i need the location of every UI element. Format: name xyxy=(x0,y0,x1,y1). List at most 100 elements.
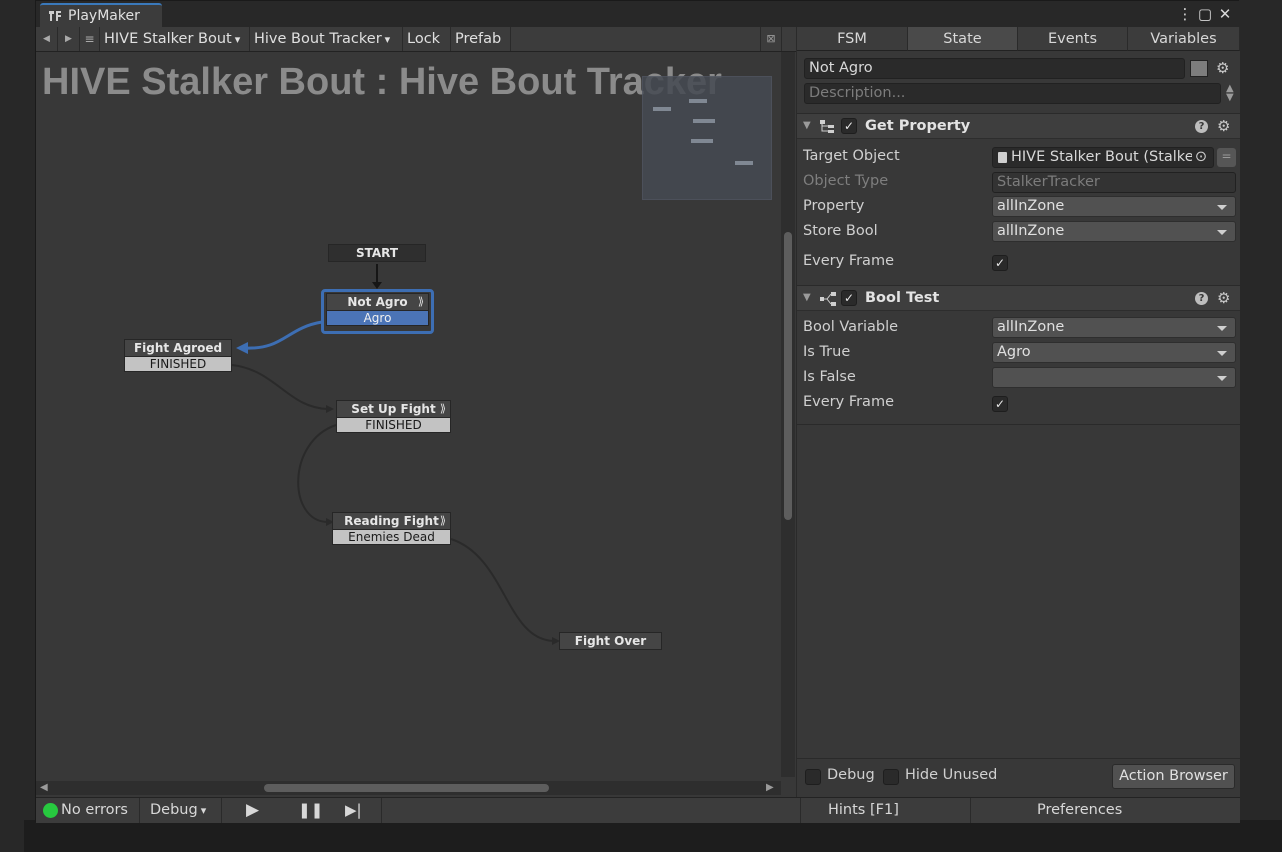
state-name-input[interactable]: Not Agro xyxy=(804,58,1185,79)
action-title: Bool Test xyxy=(865,290,940,306)
fsm-name-label: Hive Bout Tracker xyxy=(254,31,382,47)
title-bar: PlayMaker ⋮ ▢ ✕ xyxy=(36,1,1240,27)
action-enabled-checkbox[interactable] xyxy=(841,290,857,306)
state-node-fight-over[interactable]: Fight Over xyxy=(559,632,662,650)
divider xyxy=(797,424,1240,425)
window-tab-playmaker[interactable]: PlayMaker xyxy=(40,3,162,27)
transition-finished[interactable]: FINISHED xyxy=(124,357,232,372)
field-label: Object Type xyxy=(803,173,889,189)
fsm-graph-view[interactable]: HIVE Stalker Bout : Hive Bout Tracker ST… xyxy=(36,52,786,782)
pause-icon[interactable]: ❚❚ xyxy=(298,798,323,823)
every-frame-checkbox[interactable] xyxy=(992,255,1008,271)
collapse-arrow-icon[interactable]: ▼ xyxy=(803,292,811,303)
field-label: Every Frame xyxy=(803,253,894,269)
action-enabled-checkbox[interactable] xyxy=(841,118,857,134)
field-label: Store Bool xyxy=(803,223,878,239)
action-browser-button[interactable]: Action Browser xyxy=(1112,764,1235,789)
close-icon[interactable]: ✕ xyxy=(1216,4,1234,24)
debug-label: Debug xyxy=(827,767,875,783)
action-title: Get Property xyxy=(865,118,971,134)
graph-vertical-scrollbar[interactable] xyxy=(781,52,795,777)
debug-mode-dropdown[interactable]: Debug xyxy=(150,798,206,823)
background-editor-bottom xyxy=(24,820,1282,852)
debug-checkbox[interactable] xyxy=(805,769,821,785)
play-icon[interactable]: ▶ xyxy=(246,798,259,823)
graph-toolbar: ◀ ▶ ≡ HIVE Stalker Bout Hive Bout Tracke… xyxy=(36,27,796,52)
playmaker-icon xyxy=(49,11,61,21)
prefab-button[interactable]: Prefab xyxy=(451,27,511,51)
gear-icon[interactable]: ⚙ xyxy=(1217,291,1230,306)
field-label: Target Object xyxy=(803,148,900,164)
graph-view-options-icon[interactable]: ⊠ xyxy=(760,27,782,51)
fsm-select[interactable]: Hive Bout Tracker xyxy=(250,27,403,51)
back-arrow-icon[interactable]: ◀ xyxy=(36,27,58,51)
bool-variable-dropdown[interactable]: allInZone xyxy=(992,317,1236,338)
state-inspector-panel: FSM State Events Variables Not Agro ⚙ De… xyxy=(796,27,1240,797)
hints-button[interactable]: Hints [F1] xyxy=(828,798,899,823)
lock-button[interactable]: Lock xyxy=(403,27,451,51)
branch-icon xyxy=(820,292,836,306)
preferences-button[interactable]: Preferences xyxy=(1037,798,1122,823)
state-name: Reading Fight xyxy=(344,514,439,528)
help-icon[interactable]: ? xyxy=(1195,120,1208,133)
playmaker-window: PlayMaker ⋮ ▢ ✕ ◀ ▶ ≡ HIVE Stalker Bout … xyxy=(35,0,1240,823)
scroll-thumb[interactable] xyxy=(784,232,792,520)
transition-agro[interactable]: Agro xyxy=(326,311,429,326)
fsm-owner-select[interactable]: HIVE Stalker Bout xyxy=(100,27,250,51)
hide-unused-checkbox[interactable] xyxy=(883,769,899,785)
target-object-field[interactable]: HIVE Stalker Bout (Stalke ⊙ xyxy=(992,147,1214,168)
maximize-icon[interactable]: ▢ xyxy=(1196,4,1214,24)
status-ok-icon xyxy=(43,803,58,818)
transition-finished[interactable]: FINISHED xyxy=(336,418,451,433)
scroll-thumb[interactable] xyxy=(264,784,549,792)
state-node-not-agro[interactable]: Not Agro ⟫ xyxy=(326,293,429,311)
hide-unused-label: Hide Unused xyxy=(905,767,998,783)
tab-fsm[interactable]: FSM xyxy=(797,27,908,51)
action-header-get-property[interactable]: ▼ Get Property ? ⚙ xyxy=(797,113,1240,139)
start-node[interactable]: START xyxy=(328,244,426,262)
object-type-field: StalkerTracker xyxy=(992,172,1236,193)
help-icon[interactable]: ? xyxy=(1195,292,1208,305)
step-icon[interactable]: ▶| xyxy=(345,798,362,823)
scroll-right-icon[interactable]: ▶ xyxy=(766,782,774,793)
state-name: Not Agro xyxy=(347,295,408,309)
tab-variables[interactable]: Variables xyxy=(1128,27,1240,51)
state-color-swatch[interactable] xyxy=(1190,60,1208,77)
field-label: Bool Variable xyxy=(803,319,899,335)
field-label: Is True xyxy=(803,344,851,360)
every-frame-checkbox[interactable] xyxy=(992,396,1008,412)
fsm-owner-label: HIVE Stalker Bout xyxy=(104,31,232,47)
background-editor-left xyxy=(0,0,36,852)
transition-enemies-dead[interactable]: Enemies Dead xyxy=(332,530,451,545)
error-status[interactable]: No errors xyxy=(61,798,128,823)
menu-list-icon[interactable]: ≡ xyxy=(80,27,100,51)
store-bool-dropdown[interactable]: allInZone xyxy=(992,221,1236,242)
sequence-icon: ⟫ xyxy=(417,295,424,308)
state-node-set-up-fight[interactable]: Set Up Fight ⟫ xyxy=(336,400,451,418)
property-dropdown[interactable]: allInZone xyxy=(992,196,1236,217)
scroll-left-icon[interactable]: ◀ xyxy=(40,782,48,793)
is-false-dropdown[interactable] xyxy=(992,367,1236,388)
debug-mode-label: Debug xyxy=(150,802,198,818)
object-picker-icon[interactable]: ⊙ xyxy=(1191,148,1210,167)
state-node-reading-fight[interactable]: Reading Fight ⟫ xyxy=(332,512,451,530)
tab-events[interactable]: Events xyxy=(1018,27,1128,51)
gear-icon[interactable]: ⚙ xyxy=(1216,61,1229,76)
hierarchy-icon xyxy=(820,120,834,133)
sequence-icon: ⟫ xyxy=(439,402,446,415)
description-resize-icon[interactable]: ▲ ▼ xyxy=(1226,84,1234,103)
description-input[interactable]: Description... xyxy=(804,83,1221,104)
tab-state[interactable]: State xyxy=(908,27,1018,51)
graph-horizontal-scrollbar[interactable]: ◀ ▶ xyxy=(36,781,781,795)
is-true-dropdown[interactable]: Agro xyxy=(992,342,1236,363)
divider xyxy=(797,758,1240,759)
collapse-arrow-icon[interactable]: ▼ xyxy=(803,120,811,131)
gear-icon[interactable]: ⚙ xyxy=(1217,119,1230,134)
state-name: Set Up Fight xyxy=(351,402,436,416)
state-node-fight-agroed[interactable]: Fight Agroed xyxy=(124,339,232,357)
forward-arrow-icon[interactable]: ▶ xyxy=(58,27,80,51)
variable-toggle-button[interactable]: = xyxy=(1217,148,1236,167)
action-header-bool-test[interactable]: ▼ Bool Test ? ⚙ xyxy=(797,285,1240,311)
more-options-icon[interactable]: ⋮ xyxy=(1176,4,1194,24)
field-label: Every Frame xyxy=(803,394,894,410)
